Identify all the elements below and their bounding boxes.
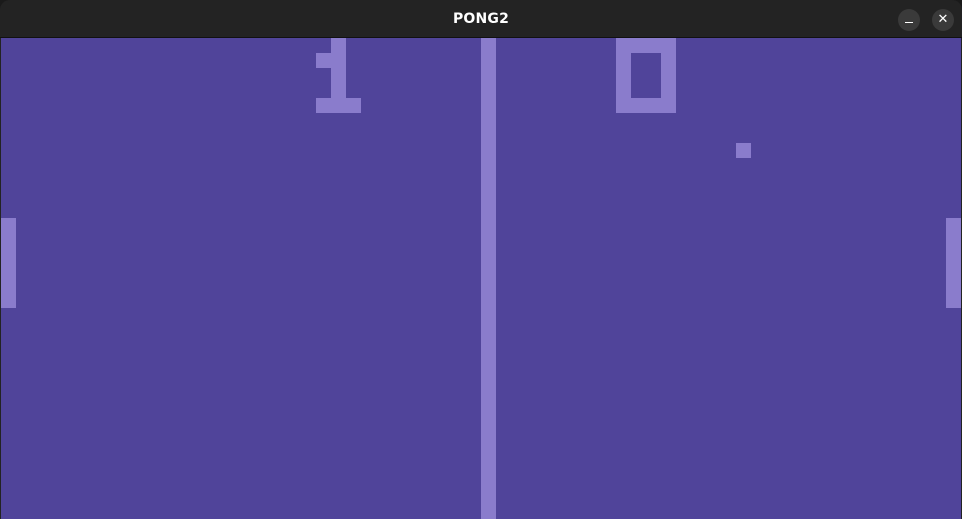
left-score-digit-flag — [316, 53, 331, 68]
left-score-digit-base — [316, 98, 361, 113]
minimize-button[interactable] — [898, 9, 920, 31]
minimize-icon — [905, 22, 913, 23]
game-court[interactable]: 1 0 — [1, 38, 961, 519]
left-paddle — [1, 218, 16, 308]
right-paddle — [946, 218, 961, 308]
title-bar[interactable]: PONG2 ✕ — [0, 0, 962, 38]
app-window: PONG2 ✕ 1 0 — [0, 0, 962, 519]
center-net — [481, 38, 496, 519]
right-score-digit-bottom — [616, 98, 676, 113]
close-icon: ✕ — [937, 12, 949, 27]
ball — [736, 143, 751, 158]
close-button[interactable]: ✕ — [932, 9, 954, 31]
window-title: PONG2 — [452, 11, 510, 27]
